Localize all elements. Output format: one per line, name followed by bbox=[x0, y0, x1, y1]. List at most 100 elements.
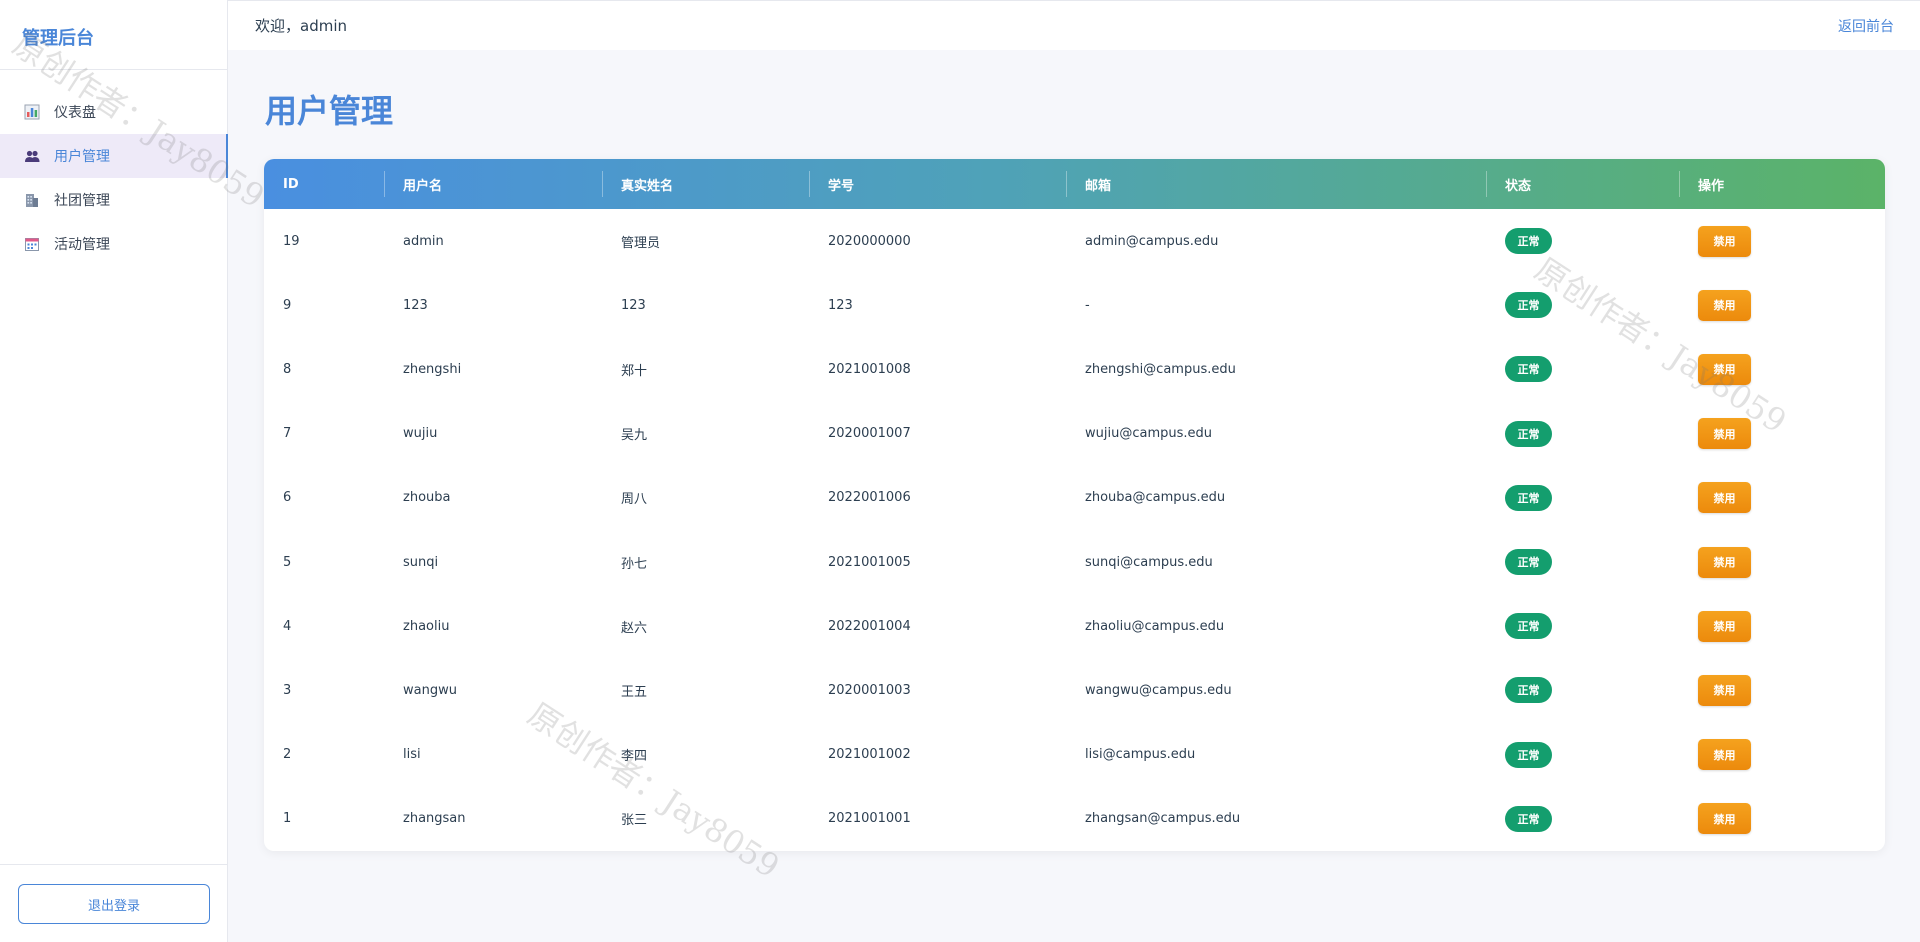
column-header-username: 用户名 bbox=[384, 159, 602, 209]
cell-id: 9 bbox=[283, 297, 292, 313]
column-header-status: 状态 bbox=[1486, 159, 1679, 209]
cell-email: sunqi@campus.edu bbox=[1085, 554, 1213, 570]
cell-student-no: 123 bbox=[828, 297, 853, 313]
sidebar-item-label: 用户管理 bbox=[54, 149, 110, 165]
bar-chart-icon bbox=[24, 104, 40, 120]
table-row: 2 lisi 李四 2021001002 lisi@campus.edu 正常 … bbox=[264, 723, 1885, 787]
disable-button[interactable]: 禁用 bbox=[1698, 418, 1751, 450]
cell-realname: 张三 bbox=[621, 813, 648, 829]
cell-student-no: 2021001002 bbox=[828, 747, 911, 763]
disable-button[interactable]: 禁用 bbox=[1698, 289, 1751, 321]
disable-button[interactable]: 禁用 bbox=[1698, 610, 1751, 642]
disable-button[interactable]: 禁用 bbox=[1698, 546, 1751, 578]
cell-email: zhangsan@campus.edu bbox=[1085, 811, 1241, 827]
sidebar: 管理后台 仪表盘 用户管理 社团管理 活动管理 退出登录 bbox=[0, 0, 228, 942]
table-row: 4 zhaoliu 赵六 2022001004 zhaoliu@campus.e… bbox=[264, 594, 1885, 658]
status-badge: 正常 bbox=[1505, 420, 1552, 447]
cell-realname: 赵六 bbox=[621, 620, 648, 636]
sidebar-item-dashboard[interactable]: 仪表盘 bbox=[0, 90, 227, 134]
cell-student-no: 2021001001 bbox=[828, 811, 911, 827]
cell-email: admin@campus.edu bbox=[1085, 233, 1219, 249]
sidebar-item-label: 仪表盘 bbox=[54, 105, 96, 121]
cell-realname: 吴九 bbox=[621, 428, 648, 444]
building-icon bbox=[24, 192, 40, 208]
status-badge: 正常 bbox=[1505, 292, 1552, 319]
cell-username: zhaoliu bbox=[403, 618, 450, 634]
status-badge: 正常 bbox=[1505, 741, 1552, 768]
column-header-action: 操作 bbox=[1679, 159, 1885, 209]
cell-status: 正常 bbox=[1486, 420, 1679, 447]
user-table: ID 用户名 真实姓名 学号 邮箱 状态 操作 19 admin 管理员 202… bbox=[264, 159, 1885, 851]
topbar: 欢迎，admin 返回前台 bbox=[228, 0, 1920, 50]
cell-action: 禁用 bbox=[1679, 803, 1885, 835]
logout-button[interactable]: 退出登录 bbox=[18, 884, 210, 924]
cell-email: zhaoliu@campus.edu bbox=[1085, 618, 1225, 634]
cell-username: 123 bbox=[403, 297, 428, 313]
cell-username: admin bbox=[403, 233, 444, 249]
disable-button[interactable]: 禁用 bbox=[1698, 353, 1751, 385]
disable-button[interactable]: 禁用 bbox=[1698, 739, 1751, 771]
cell-status: 正常 bbox=[1486, 677, 1679, 704]
cell-email: wujiu@campus.edu bbox=[1085, 426, 1212, 442]
cell-status: 正常 bbox=[1486, 292, 1679, 319]
cell-username: wujiu bbox=[403, 426, 438, 442]
column-header-id: ID bbox=[283, 176, 299, 192]
cell-action: 禁用 bbox=[1679, 225, 1885, 257]
cell-username: sunqi bbox=[403, 554, 439, 570]
disable-button[interactable]: 禁用 bbox=[1698, 803, 1751, 835]
sidebar-nav: 仪表盘 用户管理 社团管理 活动管理 bbox=[0, 70, 228, 266]
cell-status: 正常 bbox=[1486, 549, 1679, 576]
table-row: 9 123 123 123 - 正常 禁用 bbox=[264, 273, 1885, 337]
sidebar-item-users[interactable]: 用户管理 bbox=[0, 134, 228, 178]
cell-realname: 王五 bbox=[621, 684, 648, 700]
disable-button[interactable]: 禁用 bbox=[1698, 482, 1751, 514]
welcome-text: 欢迎，admin bbox=[255, 17, 347, 35]
status-badge: 正常 bbox=[1505, 677, 1552, 704]
cell-action: 禁用 bbox=[1679, 418, 1885, 450]
cell-action: 禁用 bbox=[1679, 739, 1885, 771]
cell-email: zhouba@campus.edu bbox=[1085, 490, 1226, 506]
cell-email: zhengshi@campus.edu bbox=[1085, 361, 1236, 377]
cell-status: 正常 bbox=[1486, 805, 1679, 832]
cell-id: 5 bbox=[283, 554, 292, 570]
status-badge: 正常 bbox=[1505, 613, 1552, 640]
sidebar-item-clubs[interactable]: 社团管理 bbox=[0, 178, 227, 222]
cell-realname: 123 bbox=[621, 297, 646, 313]
cell-status: 正常 bbox=[1486, 228, 1679, 255]
cell-action: 禁用 bbox=[1679, 289, 1885, 321]
calendar-icon bbox=[24, 236, 40, 252]
cell-username: lisi bbox=[403, 747, 421, 763]
cell-id: 1 bbox=[283, 811, 292, 827]
cell-action: 禁用 bbox=[1679, 610, 1885, 642]
column-header-realname: 真实姓名 bbox=[602, 159, 809, 209]
cell-student-no: 2020000000 bbox=[828, 233, 911, 249]
cell-action: 禁用 bbox=[1679, 674, 1885, 706]
cell-realname: 孙七 bbox=[621, 556, 648, 572]
cell-id: 2 bbox=[283, 747, 292, 763]
cell-student-no: 2021001005 bbox=[828, 554, 911, 570]
cell-action: 禁用 bbox=[1679, 353, 1885, 385]
table-row: 5 sunqi 孙七 2021001005 sunqi@campus.edu 正… bbox=[264, 530, 1885, 594]
table-row: 7 wujiu 吴九 2020001007 wujiu@campus.edu 正… bbox=[264, 402, 1885, 466]
cell-realname: 李四 bbox=[621, 749, 648, 765]
disable-button[interactable]: 禁用 bbox=[1698, 674, 1751, 706]
cell-student-no: 2022001006 bbox=[828, 490, 911, 506]
cell-id: 19 bbox=[283, 233, 300, 249]
cell-id: 3 bbox=[283, 682, 292, 698]
cell-realname: 周八 bbox=[621, 492, 648, 508]
logout-area: 退出登录 bbox=[0, 864, 228, 942]
sidebar-item-activities[interactable]: 活动管理 bbox=[0, 222, 227, 266]
sidebar-item-label: 活动管理 bbox=[54, 237, 110, 253]
disable-button[interactable]: 禁用 bbox=[1698, 225, 1751, 257]
cell-id: 8 bbox=[283, 361, 292, 377]
table-body: 19 admin 管理员 2020000000 admin@campus.edu… bbox=[264, 209, 1885, 851]
status-badge: 正常 bbox=[1505, 228, 1552, 255]
cell-action: 禁用 bbox=[1679, 482, 1885, 514]
cell-realname: 郑十 bbox=[621, 363, 648, 379]
cell-student-no: 2020001003 bbox=[828, 682, 911, 698]
cell-email: lisi@campus.edu bbox=[1085, 747, 1196, 763]
cell-student-no: 2020001007 bbox=[828, 426, 911, 442]
cell-username: wangwu bbox=[403, 682, 457, 698]
cell-status: 正常 bbox=[1486, 484, 1679, 511]
back-to-frontend-link[interactable]: 返回前台 bbox=[1838, 16, 1894, 36]
